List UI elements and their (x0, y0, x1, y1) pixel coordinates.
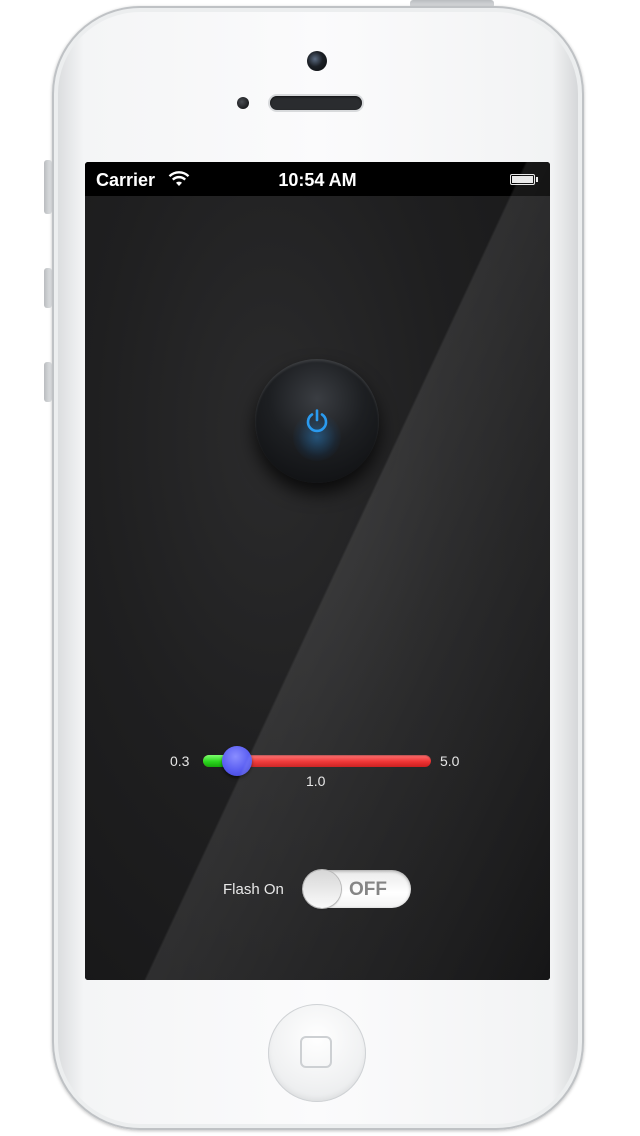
flash-on-label: Flash On (223, 881, 284, 898)
status-time: 10:54 AM (278, 170, 357, 190)
volume-down-button (44, 362, 52, 402)
screen: 0.3 5.0 1.0 Flash On OFF Carrier 10:54 A… (85, 162, 550, 980)
flash-toggle[interactable]: OFF (303, 870, 411, 908)
battery-tip (536, 177, 538, 182)
slider-thumb[interactable] (222, 746, 252, 776)
slider-value-label: 1.0 (306, 773, 326, 789)
slider-min-label: 0.3 (170, 753, 190, 769)
battery-icon (510, 174, 535, 185)
status-bar: Carrier 10:54 AM (85, 162, 550, 196)
device-frame: 0.3 5.0 1.0 Flash On OFF Carrier 10:54 A… (0, 0, 640, 1136)
app-background: 0.3 5.0 1.0 Flash On OFF (85, 196, 550, 980)
volume-up-button (44, 268, 52, 308)
strobe-speed-slider[interactable] (203, 746, 431, 776)
proximity-sensor (237, 97, 249, 109)
earpiece-speaker (270, 96, 362, 110)
toggle-state-label: OFF (349, 879, 387, 900)
mute-switch (44, 160, 52, 214)
home-square-icon (300, 1036, 332, 1068)
power-icon (306, 409, 328, 433)
front-camera (307, 51, 327, 71)
toggle-knob[interactable] (303, 870, 341, 908)
power-button[interactable] (255, 359, 379, 483)
slider-max-label: 5.0 (440, 753, 460, 769)
home-button[interactable] (268, 1004, 366, 1102)
